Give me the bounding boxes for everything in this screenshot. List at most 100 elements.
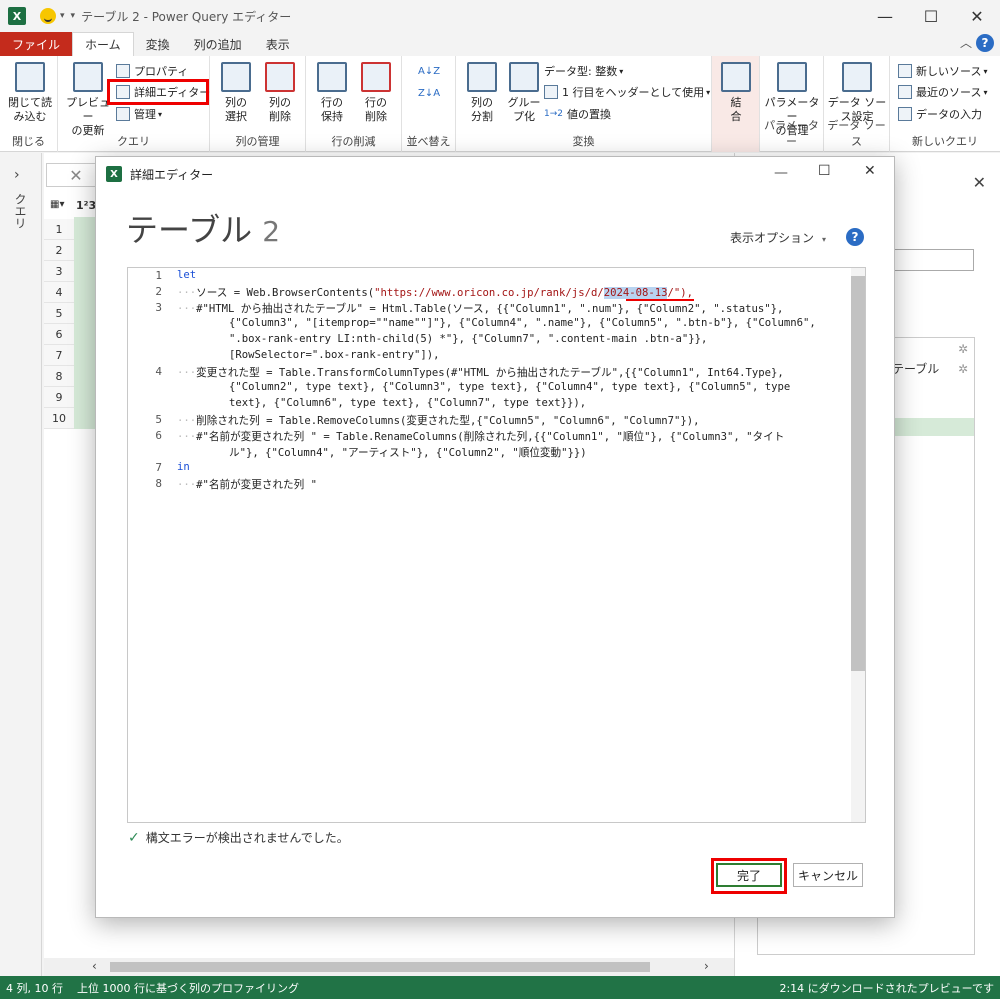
excel-icon: X <box>8 7 26 25</box>
horizontal-scrollbar[interactable]: ‹ › <box>44 958 734 976</box>
close-and-load-button[interactable]: 閉じて読 み込む <box>6 62 54 124</box>
row-number[interactable]: 6 <box>44 324 74 345</box>
code-editor[interactable]: 1 2 3 4 5 6 7 8 let ···ソース = Web.BrowserContent… <box>127 267 866 823</box>
row-number[interactable]: 4 <box>44 282 74 303</box>
table-menu-icon[interactable]: ▦▾ <box>50 199 74 215</box>
group-by-label: グルー プ化 <box>507 96 541 123</box>
expand-chevron-icon[interactable]: › <box>14 167 20 183</box>
line-number: 2 <box>155 285 162 298</box>
tab-home[interactable]: ホーム <box>72 32 134 56</box>
minimize-button[interactable]: — <box>862 0 908 32</box>
dialog-close-button[interactable]: ✕ <box>864 163 876 179</box>
new-source-icon <box>898 64 912 78</box>
close-pane-icon[interactable]: ✕ <box>973 173 986 192</box>
dialog-help-icon[interactable]: ? <box>846 228 864 246</box>
keep-rows-button[interactable]: 行の 保持 <box>312 62 352 124</box>
code-line-2: ···ソース = Web.BrowserContents("https://ww… <box>177 287 693 299</box>
remove-rows-button[interactable]: 行の 削除 <box>356 62 396 124</box>
step-settings-icon[interactable]: ✲ <box>958 342 968 356</box>
sort-ascending-icon[interactable]: A↓Z <box>418 62 440 80</box>
group-label-new-query: 新しいクエリ <box>912 135 978 148</box>
display-options-label: 表示オプション <box>729 231 814 245</box>
editor-scroll-thumb[interactable] <box>851 276 865 671</box>
group-label-transform: 変換 <box>572 135 595 148</box>
row-number[interactable]: 1 <box>44 219 74 240</box>
done-button[interactable]: 完了 <box>716 863 782 887</box>
ribbon: 閉じて読 み込む 閉じる プレビュー の更新 プロパティ 詳細エディター 管理 ▾… <box>0 56 1000 152</box>
tab-view[interactable]: 表示 <box>254 32 302 56</box>
row-number[interactable]: 8 <box>44 366 74 387</box>
row-number[interactable]: 9 <box>44 387 74 408</box>
scroll-left-icon[interactable]: ‹ <box>92 959 97 973</box>
manage-icon <box>116 107 130 121</box>
data-type-dropdown[interactable]: データ型: 整数 ▾ <box>544 62 623 80</box>
row-number[interactable]: 3 <box>44 261 74 282</box>
recent-sources-button[interactable]: 最近のソース ▾ <box>898 83 987 101</box>
status-profiling[interactable]: 上位 1000 行に基づく列のプロファイリング <box>77 980 299 996</box>
data-source-settings-button[interactable]: データ ソー ス設定 <box>826 62 888 124</box>
scroll-right-icon[interactable]: › <box>704 959 709 973</box>
code-l5: 削除された列 = Table.RemoveColumns(変更された型,{"Co… <box>196 415 700 427</box>
step-settings-icon-2[interactable]: ✲ <box>958 362 968 376</box>
enter-data-button[interactable]: データの入力 <box>898 105 982 123</box>
tab-file[interactable]: ファイル <box>0 32 73 56</box>
code-l4c: text}, {"Column6", type text}, {"Column7… <box>229 397 587 409</box>
column-type-icon[interactable]: 1²3 <box>76 199 96 212</box>
split-column-button[interactable]: 列の 分割 <box>462 62 502 124</box>
use-first-row-header-button[interactable]: 1 行目をヘッダーとして使用 ▾ <box>544 83 710 101</box>
choose-columns-button[interactable]: 列の 選択 <box>216 62 256 124</box>
feedback-smiley-icon[interactable] <box>40 8 56 24</box>
dialog-title: 詳細エディター <box>130 167 214 182</box>
combine-button[interactable]: 結 合 <box>718 62 754 124</box>
code-line-3b: {"Column3", "[itemprop=""name""]"}, {"Co… <box>229 317 816 329</box>
collapse-ribbon-icon[interactable]: ︿ <box>960 34 972 51</box>
row-number[interactable]: 10 <box>44 408 74 429</box>
group-new-query: 新しいソース ▾ 最近のソース ▾ データの入力 新しいクエリ <box>890 56 1000 152</box>
remove-rows-label: 行の 削除 <box>365 96 387 123</box>
dialog-maximize-button[interactable]: ☐ <box>818 163 831 179</box>
row-number[interactable]: 5 <box>44 303 74 324</box>
check-icon: ✓ <box>128 829 140 846</box>
line-number: 8 <box>155 477 162 490</box>
combine-label: 結 合 <box>730 96 742 123</box>
new-source-button[interactable]: 新しいソース ▾ <box>898 62 987 80</box>
keep-rows-icon <box>317 62 347 92</box>
close-button[interactable]: ✕ <box>954 0 1000 32</box>
group-transform: 列の 分割 グルー プ化 データ型: 整数 ▾ 1 行目をヘッダーとして使用 ▾ 1… <box>456 56 712 152</box>
maximize-button[interactable]: ☐ <box>908 0 954 32</box>
manage-button[interactable]: 管理 ▾ <box>116 105 162 123</box>
sort-descending-icon[interactable]: Z↓A <box>418 84 440 102</box>
customize-qat-icon[interactable]: ▾ <box>71 11 76 21</box>
tab-add-column[interactable]: 列の追加 <box>182 32 254 56</box>
cancel-button[interactable]: キャンセル <box>793 863 863 887</box>
remove-columns-button[interactable]: 列の 削除 <box>260 62 300 124</box>
group-label-sort: 並べ替え <box>406 135 451 148</box>
tab-transform[interactable]: 変換 <box>134 32 182 56</box>
selected-step[interactable] <box>888 418 974 436</box>
queries-pane-label[interactable]: クエリ <box>12 193 29 229</box>
applied-step-item[interactable]: テーブル <box>892 360 939 377</box>
dialog-minimize-button[interactable]: — <box>774 165 788 181</box>
display-options-dropdown[interactable]: 表示オプション ▾ <box>730 229 826 246</box>
code-l3d: [RowSelector=".box-rank-entry"]), <box>229 349 440 361</box>
row-number[interactable]: 7 <box>44 345 74 366</box>
group-by-button[interactable]: グルー プ化 <box>504 62 544 124</box>
advanced-editor-dialog: X 詳細エディター — ☐ ✕ テーブル 2 表示オプション ▾ ? 1 2 3 4 5 6… <box>95 156 895 918</box>
group-label-close: 閉じる <box>12 135 45 148</box>
code-l1: let <box>177 269 197 281</box>
replace-icon: 1→2 <box>544 109 563 119</box>
properties-button[interactable]: プロパティ <box>116 62 188 80</box>
replace-values-button[interactable]: 1→2 値の置換 <box>544 105 611 123</box>
row-number[interactable]: 2 <box>44 240 74 261</box>
line-number: 1 <box>155 269 162 282</box>
refresh-preview-button[interactable]: プレビュー の更新 <box>64 62 112 138</box>
choose-columns-label: 列の 選択 <box>225 96 247 123</box>
code-line-4b: {"Column2", type text}, {"Column3", type… <box>229 381 790 393</box>
qat-dropdown-icon[interactable]: ▾ <box>60 11 65 21</box>
line-number: 6 <box>155 429 162 442</box>
query-heading-number: 2 <box>262 215 281 248</box>
editor-vertical-scrollbar[interactable] <box>851 268 865 822</box>
scroll-thumb[interactable] <box>110 962 650 972</box>
code-l2c: /"), <box>667 287 693 299</box>
help-icon[interactable]: ? <box>976 34 994 52</box>
